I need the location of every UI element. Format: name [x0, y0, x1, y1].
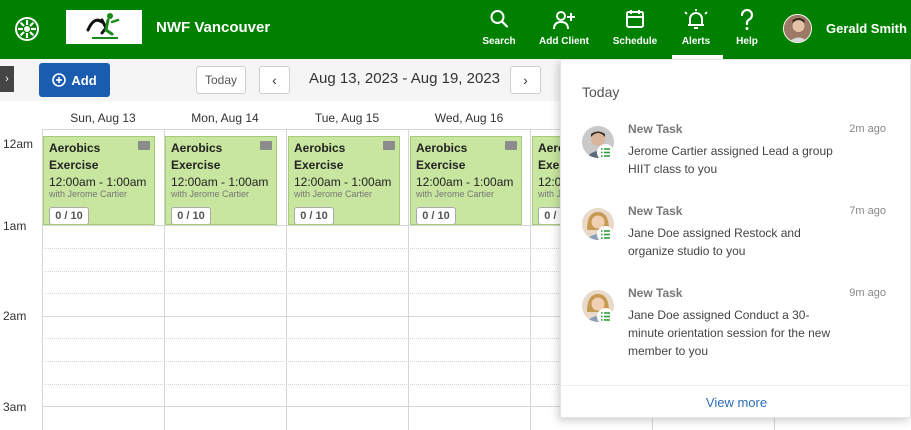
- alert-item[interactable]: New Task 2m ago Jerome Cartier assigned …: [561, 122, 911, 202]
- day-header: Tue, Aug 15: [314, 111, 380, 125]
- org-name: NWF Vancouver: [156, 19, 271, 36]
- event-time: 12:00am - 1:00am: [294, 175, 392, 189]
- nav-help[interactable]: Help: [732, 6, 762, 56]
- alert-title: New Task: [628, 204, 683, 218]
- nav-search[interactable]: Search: [478, 6, 520, 56]
- alert-item[interactable]: New Task 9m ago Jane Doe assigned Conduc…: [561, 286, 911, 366]
- calendar-event[interactable]: Aerobics Exercise 12:00am - 1:00am with …: [410, 136, 522, 225]
- time-label: 2am: [3, 309, 27, 323]
- alert-time: 2m ago: [849, 123, 886, 135]
- nav-alerts-label: Alerts: [681, 36, 711, 47]
- user-avatar[interactable]: [783, 14, 812, 43]
- event-instructor: with Jerome Cartier: [49, 189, 128, 199]
- event-instructor: with Jerome Cartier: [294, 189, 373, 199]
- nav-schedule[interactable]: Schedule: [611, 6, 659, 56]
- org-logo[interactable]: [66, 10, 142, 44]
- lock-icon: [260, 141, 272, 150]
- add-button-label: Add: [71, 72, 97, 88]
- user-photo: [784, 15, 811, 42]
- task-list-icon: [597, 226, 614, 243]
- add-button[interactable]: Add: [39, 63, 110, 97]
- column-divider: [408, 129, 409, 430]
- alert-title: New Task: [628, 122, 683, 136]
- alerts-panel: Today New Task 2m ago Jerome Cartier ass: [560, 59, 911, 418]
- nav-alerts[interactable]: Alerts: [674, 6, 718, 56]
- add-client-icon: [553, 11, 575, 30]
- calendar-event[interactable]: Aerobics Exercise 12:00am - 1:00am with …: [165, 136, 277, 225]
- help-icon: [740, 8, 754, 30]
- event-time: 12:00am - 1:00am: [416, 175, 514, 189]
- event-instructor: with Jerome Cartier: [416, 189, 495, 199]
- user-name[interactable]: Gerald Smith: [826, 21, 907, 36]
- event-capacity: 0 / 10: [171, 207, 211, 224]
- date-range-label: Aug 13, 2023 - Aug 19, 2023: [309, 70, 500, 87]
- sidebar-toggle-button[interactable]: ›: [0, 66, 14, 92]
- nav-add-client[interactable]: Add Client: [536, 6, 592, 56]
- event-instructor: with Jerome Cartier: [171, 189, 250, 199]
- alert-body: Jane Doe assigned Restock and organize s…: [628, 226, 801, 258]
- event-title: Aerobics Exercise: [49, 141, 101, 172]
- alert-item[interactable]: New Task 7m ago Jane Doe assigned Restoc…: [561, 204, 911, 284]
- alert-body: Jerome Cartier assigned Lead a group HII…: [628, 144, 833, 176]
- calendar-event[interactable]: Aerobics Exercise 12:00am - 1:00am with …: [288, 136, 400, 225]
- bell-icon: [684, 9, 708, 29]
- nav-search-label: Search: [482, 36, 516, 47]
- column-divider: [530, 129, 531, 430]
- next-week-button[interactable]: ›: [510, 66, 541, 94]
- time-label: 3am: [3, 400, 27, 414]
- day-header: Mon, Aug 14: [191, 111, 259, 125]
- alert-time: 9m ago: [849, 287, 886, 299]
- time-label: 12am: [3, 137, 34, 151]
- event-time: 12:00am - 1:00am: [49, 175, 147, 189]
- search-icon: [490, 10, 509, 28]
- lock-icon: [383, 141, 395, 150]
- alert-body: Jane Doe assigned Conduct a 30-minute or…: [628, 308, 831, 358]
- view-more-link[interactable]: View more: [561, 385, 911, 419]
- day-header: Sun, Aug 13: [70, 111, 136, 125]
- event-title: Aerobics Exercise: [294, 141, 346, 172]
- alerts-section-heading: Today: [582, 84, 620, 100]
- nav-help-label: Help: [736, 36, 758, 47]
- today-button[interactable]: Today: [196, 66, 246, 94]
- runner-logo-icon: [86, 13, 120, 39]
- task-list-icon: [597, 144, 614, 161]
- calendar-icon: [626, 10, 644, 28]
- lock-icon: [505, 141, 517, 150]
- calendar-event[interactable]: Aerobics Exercise 12:00am - 1:00am with …: [43, 136, 155, 225]
- event-title: Aerobics Exercise: [171, 141, 223, 172]
- event-time: 12:00am - 1:00am: [171, 175, 269, 189]
- task-list-icon: [597, 308, 614, 325]
- event-capacity: 0 / 10: [49, 207, 89, 224]
- day-header: Wed, Aug 16: [434, 111, 504, 125]
- nav-add-client-label: Add Client: [539, 36, 589, 47]
- prev-week-button[interactable]: ‹: [259, 66, 290, 94]
- plus-circle-icon: [52, 73, 67, 87]
- alert-time: 7m ago: [849, 205, 886, 217]
- event-capacity: 0 / 10: [294, 207, 334, 224]
- nav-schedule-label: Schedule: [612, 36, 658, 47]
- app-menu-icon[interactable]: [14, 16, 40, 42]
- event-capacity: 0 / 10: [416, 207, 456, 224]
- column-divider: [286, 129, 287, 430]
- lock-icon: [138, 141, 150, 150]
- event-title: Aerobics Exercise: [416, 141, 468, 172]
- top-header: NWF Vancouver Search Add Client Schedule: [0, 0, 911, 59]
- time-label: 1am: [3, 219, 27, 233]
- alert-title: New Task: [628, 286, 683, 300]
